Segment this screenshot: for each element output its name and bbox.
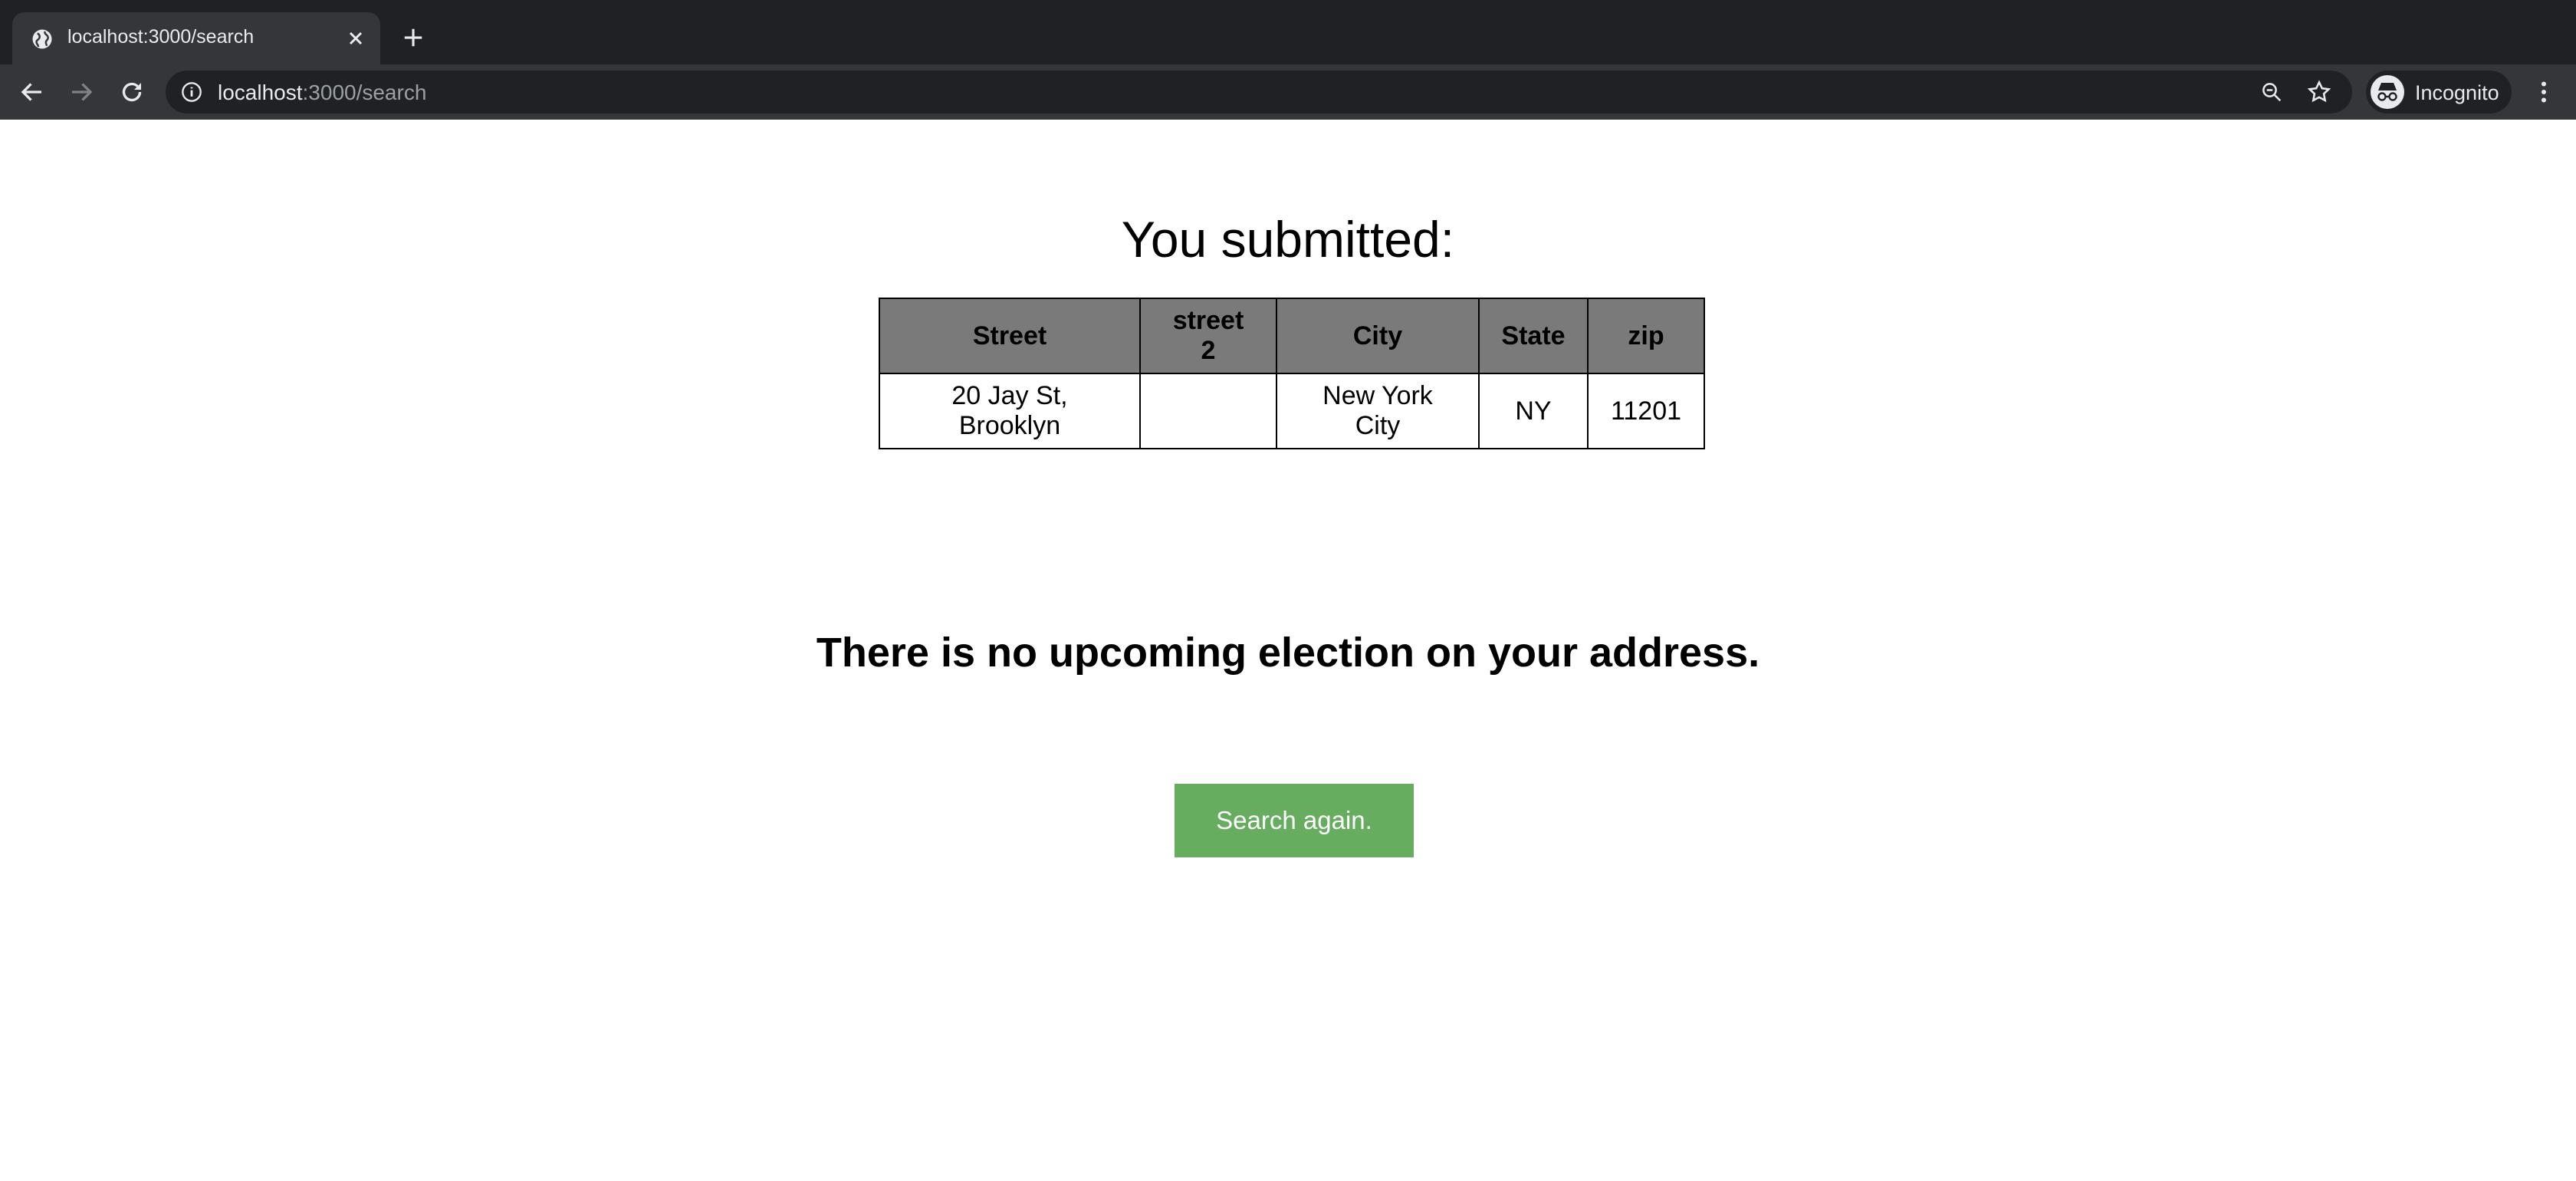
submitted-address-table: Street street 2 City State zip 20 Jay St… [879,298,1705,449]
address-bar[interactable]: localhost:3000/search [166,71,2352,113]
column-header-zip: zip [1587,298,1705,374]
forward-arrow-icon[interactable] [67,78,95,106]
close-icon[interactable] [347,29,365,48]
page-content: You submitted: Street street 2 City Stat… [0,120,2576,1181]
incognito-icon [2371,75,2404,109]
info-icon[interactable] [181,81,202,103]
table-header-row: Street street 2 City State zip [879,298,1705,374]
cell-street2 [1139,373,1277,449]
url-text[interactable]: localhost:3000/search [218,81,426,105]
zoom-icon[interactable] [2260,81,2283,104]
globe-icon [32,29,52,49]
column-header-city: City [1276,298,1480,374]
profile-label: Incognito [2415,81,2499,104]
menu-dots-icon[interactable] [2530,78,2558,106]
incognito-profile-button[interactable]: Incognito [2366,71,2512,113]
new-tab-icon[interactable] [402,26,425,49]
bookmark-star-icon[interactable] [2306,79,2332,105]
url-path: :3000/search [302,81,427,104]
search-again-button[interactable]: Search again. [1175,784,1414,857]
browser-tab[interactable]: localhost:3000/search [12,12,380,64]
cell-state: NY [1478,373,1589,449]
column-header-street2: street 2 [1139,298,1277,374]
tab-strip: localhost:3000/search [0,0,2576,64]
column-header-state: State [1478,298,1589,374]
table-row: 20 Jay St, Brooklyn New York City NY 112… [879,373,1705,449]
reload-icon[interactable] [118,78,146,106]
url-host: localhost [218,81,303,104]
cell-street: 20 Jay St, Brooklyn [879,373,1141,449]
cell-zip: 11201 [1587,373,1705,449]
cell-city: New York City [1276,373,1480,449]
back-arrow-icon[interactable] [18,78,46,106]
page-title: You submitted: [1121,211,1455,268]
browser-toolbar: localhost:3000/search Incognito [0,64,2576,120]
election-status-message: There is no upcoming election on your ad… [816,630,1760,676]
tab-title: localhost:3000/search [67,26,255,48]
column-header-street: Street [879,298,1141,374]
